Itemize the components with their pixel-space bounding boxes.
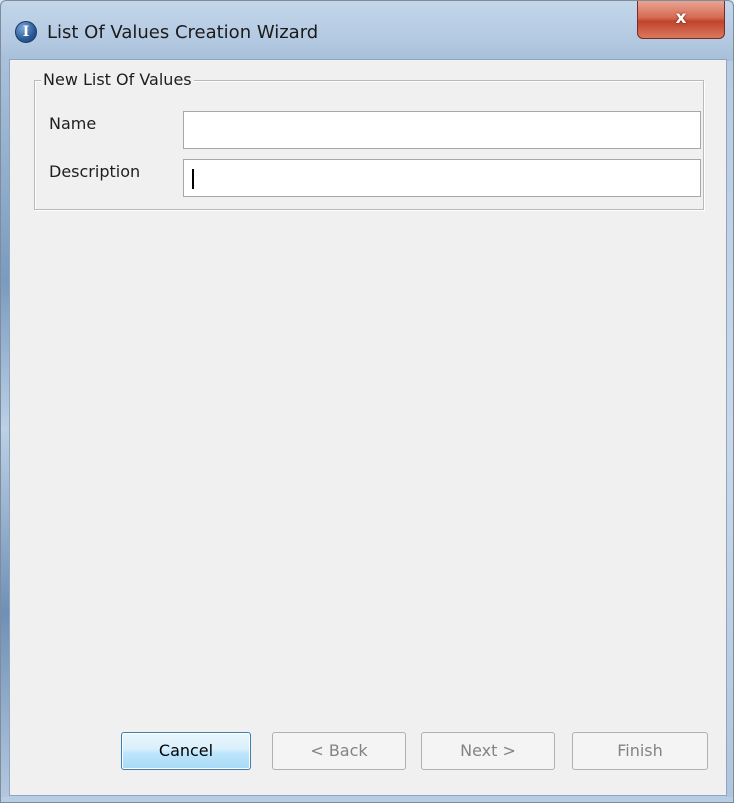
new-list-of-values-group: New List Of Values Name Description <box>34 69 704 210</box>
close-button[interactable]: x <box>637 1 725 39</box>
wizard-window: I List Of Values Creation Wizard x New L… <box>0 0 734 803</box>
group-title: New List Of Values <box>41 69 194 91</box>
name-label: Name <box>49 114 97 133</box>
back-button[interactable]: < Back <box>272 732 406 770</box>
dialog-content: New List Of Values Name Description Canc… <box>9 59 727 796</box>
title-bar[interactable]: I List Of Values Creation Wizard x <box>1 1 733 59</box>
window-title: List Of Values Creation Wizard <box>47 22 319 43</box>
description-input[interactable] <box>183 159 701 197</box>
info-icon: I <box>15 21 37 43</box>
description-label: Description <box>49 162 141 181</box>
next-button[interactable]: Next > <box>421 732 555 770</box>
text-cursor <box>192 169 194 189</box>
finish-button[interactable]: Finish <box>572 732 708 770</box>
name-input[interactable] <box>183 111 701 149</box>
cancel-button[interactable]: Cancel <box>121 732 251 770</box>
window-frame-left <box>1 61 9 797</box>
